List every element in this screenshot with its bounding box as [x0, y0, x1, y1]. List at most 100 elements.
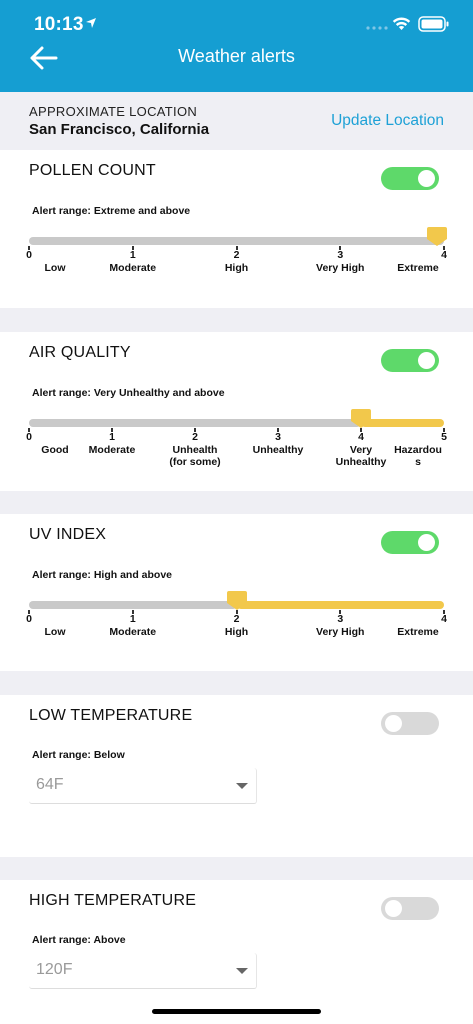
tick-label-line: High [224, 262, 249, 274]
toggle-knob [418, 170, 435, 187]
toggle-knob [385, 715, 402, 732]
slider-thumb[interactable] [350, 409, 372, 429]
tick-label: Unhealthy [238, 444, 318, 456]
update-location-link[interactable]: Update Location [331, 112, 444, 130]
alert-range-label: Alert range: High and above [32, 569, 173, 581]
tick-label-line: Unhealthy [252, 444, 304, 456]
tick-label-line: High [224, 626, 249, 638]
air-quality-alert-toggle[interactable] [381, 349, 439, 372]
uv-alert-toggle[interactable] [381, 531, 439, 554]
uv-index-card: UV INDEX Alert range: High and above 0 Lo… [0, 514, 473, 671]
tick-label: Moderate [72, 444, 152, 456]
slider-track [29, 419, 361, 427]
slider-thumb[interactable] [426, 227, 448, 247]
toggle-knob [418, 534, 435, 551]
tick-label-line: Moderate [109, 262, 157, 274]
toggle-knob [385, 900, 402, 917]
pollen-range-slider[interactable]: 0 Low 1 Moderate 2 High 3 Very High 4 Extreme [26, 227, 447, 274]
tick-number: 2 [233, 613, 240, 625]
tick-number: 0 [26, 249, 32, 261]
low-temperature-card: LOW TEMPERATURE Alert range: Below 64F [0, 695, 473, 857]
uv-index-range-slider[interactable]: 0 Low 1 Moderate 2 High 3 Very High 4 Extreme [26, 591, 447, 638]
tick-label-line: Moderate [109, 626, 157, 638]
tick-number: 3 [337, 249, 344, 261]
tick-label-line: Low [44, 626, 66, 638]
tick-number: 4 [441, 613, 447, 625]
tick-label-line: Extreme [397, 262, 439, 274]
tick-label: Extreme [378, 262, 458, 274]
slider-thumb[interactable] [226, 591, 248, 611]
tick-number: 0 [26, 613, 32, 625]
tick-label: Very High [300, 626, 380, 638]
pollen-alert-toggle[interactable] [381, 167, 439, 190]
slider-track [29, 237, 444, 245]
status-bar: 10:13 [0, 0, 473, 40]
alert-range-label: Alert range: Extreme and above [32, 205, 191, 217]
card-title: POLLEN COUNT [29, 162, 156, 179]
tick-label-line: Extreme [397, 626, 439, 638]
alert-range-label: Alert range: Below [32, 749, 125, 761]
caret-down-icon [236, 783, 248, 789]
tick-number: 3 [337, 613, 344, 625]
status-time: 10:13 [34, 14, 84, 35]
tick-label: Unhealth (for some) [155, 444, 235, 468]
tick-label-line: Unhealth [172, 444, 218, 456]
page-title: Weather alerts [178, 46, 295, 66]
tick-number: 1 [129, 613, 136, 625]
tick-label: Moderate [93, 626, 173, 638]
card-title: HIGH TEMPERATURE [29, 892, 197, 909]
high-temperature-dropdown[interactable]: 120F [29, 953, 257, 989]
alert-range-label: Alert range: Above [32, 934, 126, 946]
tick-label: Extreme [378, 626, 458, 638]
high-temperature-card: HIGH TEMPERATURE Alert range: Above 120F [0, 880, 473, 1024]
dropdown-value: 120F [36, 961, 73, 978]
tick-number: 5 [441, 431, 447, 443]
tick-label: Hazardou s [378, 444, 458, 468]
slider-track [29, 601, 237, 609]
caret-down-icon [236, 968, 248, 974]
location-arrow-icon [86, 18, 96, 28]
card-title: AIR QUALITY [29, 344, 131, 361]
tick-number: 2 [192, 431, 198, 443]
tick-label-line: s [415, 456, 421, 468]
nav-bar: Weather alerts [0, 40, 473, 92]
alert-range-label: Alert range: Very Unhealthy and above [32, 387, 225, 399]
tick-number: 3 [275, 431, 281, 443]
slider-active-range [236, 601, 444, 609]
tick-number: 0 [26, 431, 32, 443]
tick-number: 1 [129, 249, 136, 261]
slider-active-range [361, 419, 444, 427]
tick-label-line: Moderate [88, 444, 136, 456]
location-section: APPROXIMATE LOCATION San Francisco, Cali… [0, 92, 473, 150]
location-label: APPROXIMATE LOCATION [29, 104, 198, 119]
home-indicator [152, 1009, 321, 1014]
tick-label-line: (for some) [169, 456, 221, 468]
tick-label-line: Very High [316, 626, 365, 638]
tick-label: Low [15, 626, 95, 638]
cellular-dots-icon [366, 26, 388, 30]
card-title: UV INDEX [29, 526, 107, 543]
tick-label-line: Low [44, 262, 66, 274]
tick-number: 2 [233, 249, 240, 261]
air-quality-range-slider[interactable]: 0 Good 1 Moderate 2 Unhealth (for some) 3 Unheal… [26, 409, 447, 468]
tick-label: High [197, 262, 277, 274]
air-quality-card: AIR QUALITY Alert range: Very Unhealthy … [0, 332, 473, 491]
battery-icon [418, 16, 449, 32]
low-temperature-alert-toggle[interactable] [381, 712, 439, 735]
tick-label: Moderate [93, 262, 173, 274]
dropdown-value: 64F [36, 776, 64, 793]
tick-number: 1 [109, 431, 115, 443]
tick-label: High [197, 626, 277, 638]
high-temperature-alert-toggle[interactable] [381, 897, 439, 920]
tick-label-line: Hazardou [394, 444, 442, 456]
tick-label: Very High [300, 262, 380, 274]
tick-number: 4 [358, 431, 364, 443]
card-title: LOW TEMPERATURE [29, 707, 193, 724]
tick-number: 4 [441, 249, 447, 261]
tick-label-line: Very High [316, 262, 365, 274]
low-temperature-dropdown[interactable]: 64F [29, 768, 257, 804]
location-value: San Francisco, California [29, 121, 210, 138]
tick-label: Low [15, 262, 95, 274]
wifi-icon [392, 17, 411, 30]
pollen-count-card: POLLEN COUNT Alert range: Extreme and ab… [0, 150, 473, 308]
